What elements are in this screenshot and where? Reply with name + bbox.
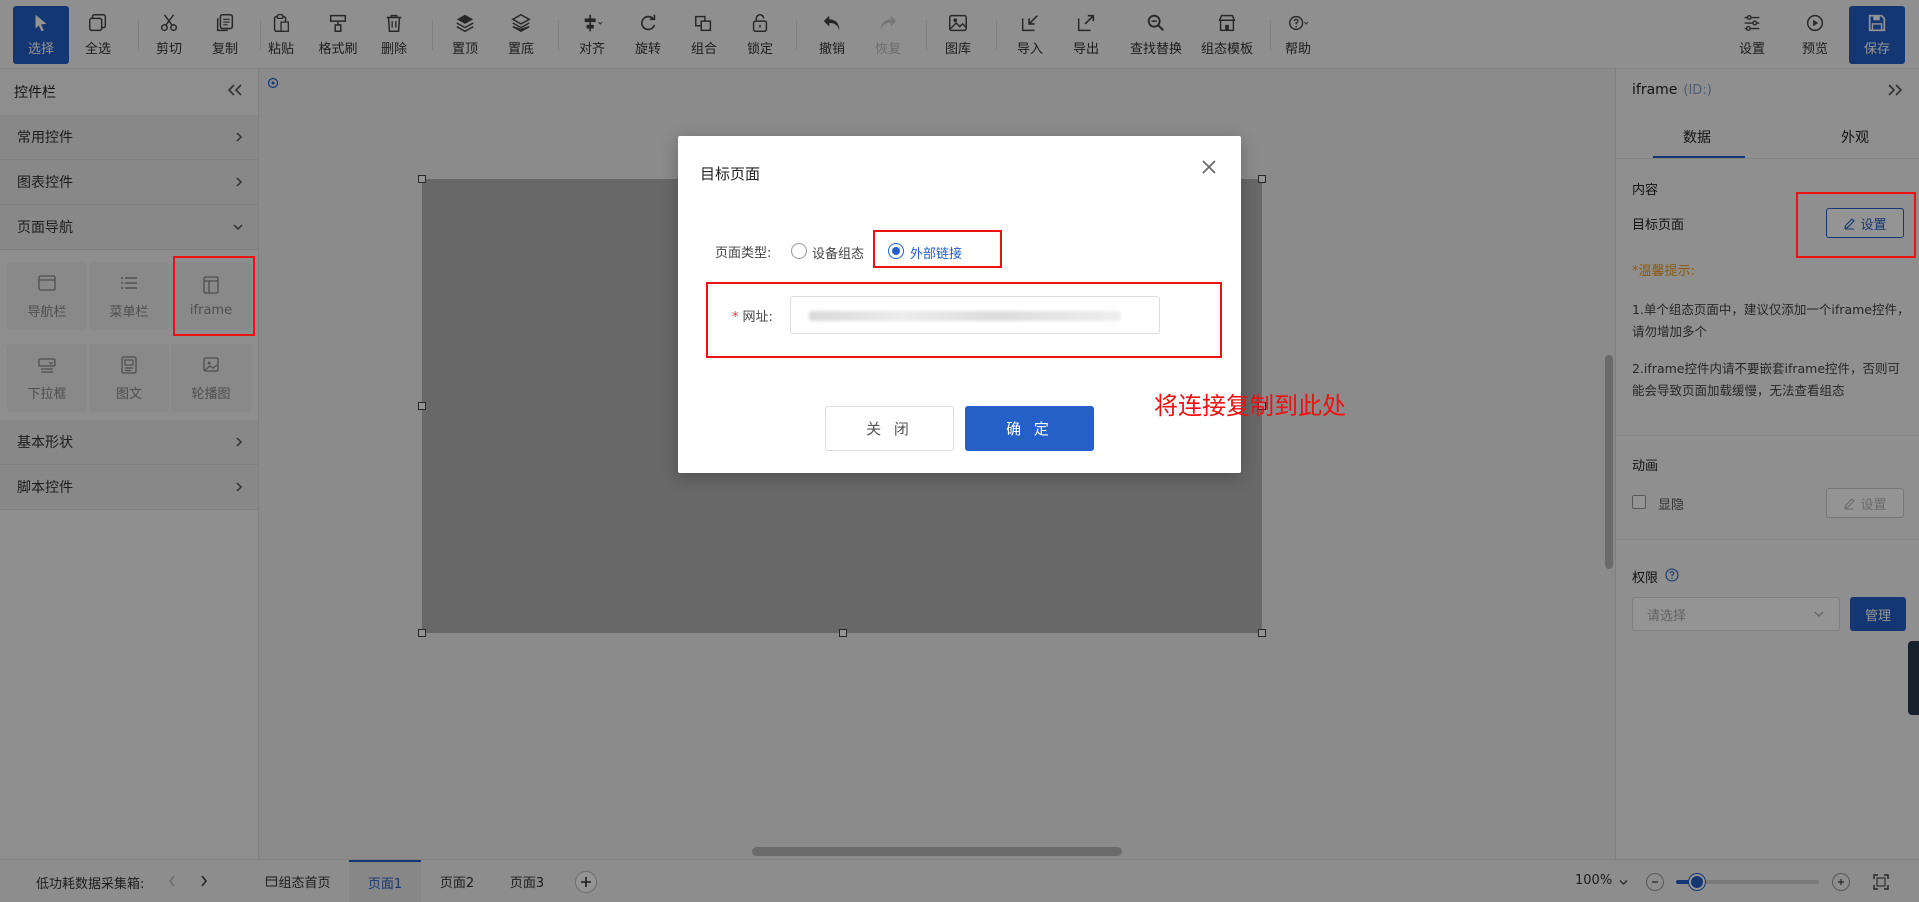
page-type-label: 页面类型: <box>715 246 772 261</box>
annotation-box-set-button <box>1796 192 1916 258</box>
confirm-button[interactable]: 确 定 <box>965 406 1094 451</box>
radio-device-config-label[interactable]: 设备组态 <box>812 243 864 262</box>
annotation-box-external-link <box>873 230 1002 268</box>
close-button[interactable]: 关 闭 <box>825 406 954 451</box>
dialog-title: 目标页面 <box>700 165 761 183</box>
annotation-box-url-field <box>706 282 1222 358</box>
annotation-text: 将连接复制到此处 <box>1154 392 1346 420</box>
radio-device-config[interactable] <box>791 243 807 259</box>
annotation-box-iframe-widget <box>173 256 255 336</box>
close-icon[interactable] <box>1198 158 1220 180</box>
